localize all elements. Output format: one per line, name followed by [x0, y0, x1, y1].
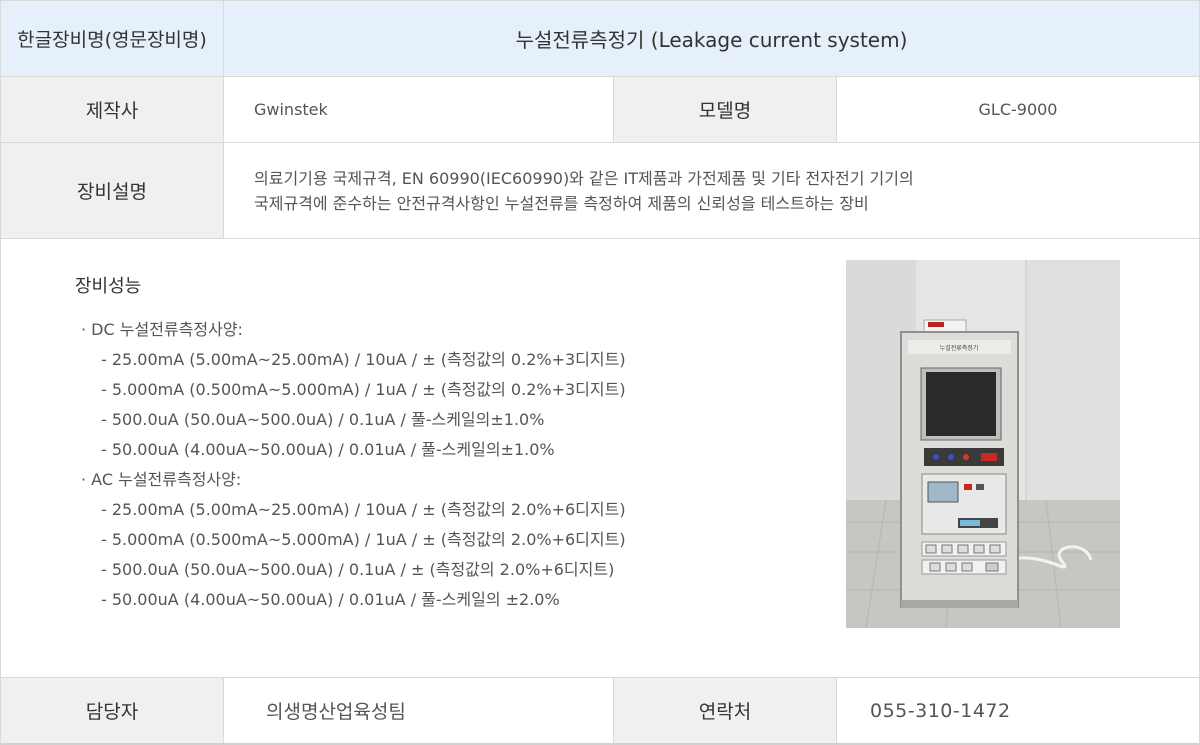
description-line: 국제규격에 준수하는 안전규격사항인 누설전류를 측정하여 제품의 신뢰성을 테… [254, 193, 869, 213]
spec-item: - 5.000mA (0.500mA~5.000mA) / 1uA / ± (측… [101, 380, 626, 399]
spec-item: - 500.0uA (50.0uA~500.0uA) / 0.1uA / ± (… [101, 560, 615, 579]
manager-value: 의생명산업육성팀 [224, 678, 614, 743]
spec-item: - 5.000mA (0.500mA~5.000mA) / 1uA / ± (측… [101, 530, 626, 549]
equipment-name-label: 한글장비명(영문장비명) [1, 1, 224, 76]
maker-label: 제작사 [1, 77, 224, 142]
equipment-photo: 누설전류측정기 [846, 260, 1120, 628]
equipment-name-value: 누설전류측정기 (Leakage current system) [224, 1, 1199, 76]
spec-item: - 50.00uA (4.00uA~50.00uA) / 0.01uA / 풀-… [101, 440, 555, 459]
equipment-name-row: 한글장비명(영문장비명) 누설전류측정기 (Leakage current sy… [0, 0, 1200, 77]
maker-value: Gwinstek [224, 77, 614, 142]
equipment-spec-sheet: 한글장비명(영문장비명) 누설전류측정기 (Leakage current sy… [0, 0, 1200, 745]
manager-label: 담당자 [1, 678, 224, 743]
spec-item: - 25.00mA (5.00mA~25.00mA) / 10uA / ± (측… [101, 350, 626, 369]
description-row: 장비설명 의료기기용 국제규격, EN 60990(IEC60990)와 같은 … [0, 143, 1200, 239]
performance-section: 장비성능 · DC 누설전류측정사양: - 25.00mA (5.00mA~25… [0, 239, 1200, 678]
performance-title: 장비성능 [75, 276, 142, 297]
photo-panel-text: 누설전류측정기 [940, 344, 979, 352]
maker-model-row: 제작사 Gwinstek 모델명 GLC-9000 [0, 77, 1200, 143]
description-line: 의료기기용 국제규격, EN 60990(IEC60990)와 같은 IT제품과… [254, 168, 914, 188]
spec-item: - 50.00uA (4.00uA~50.00uA) / 0.01uA / 풀-… [101, 590, 560, 609]
spec-item: - 500.0uA (50.0uA~500.0uA) / 0.1uA / 풀-스… [101, 410, 545, 429]
performance-spec-list: · DC 누설전류측정사양: - 25.00mA (5.00mA~25.00mA… [81, 315, 626, 615]
spec-heading-ac: · AC 누설전류측정사양: [81, 470, 242, 489]
spec-item: - 25.00mA (5.00mA~25.00mA) / 10uA / ± (측… [101, 500, 626, 519]
phone-value: 055-310-1472 [837, 678, 1199, 743]
description-label: 장비설명 [1, 143, 224, 238]
phone-label: 연락처 [614, 678, 837, 743]
contact-row: 담당자 의생명산업육성팀 연락처 055-310-1472 [0, 678, 1200, 745]
model-value: GLC-9000 [837, 77, 1199, 142]
model-label: 모델명 [614, 77, 837, 142]
spec-heading-dc: · DC 누설전류측정사양: [81, 320, 243, 339]
description-text: 의료기기용 국제규격, EN 60990(IEC60990)와 같은 IT제품과… [224, 143, 1199, 238]
